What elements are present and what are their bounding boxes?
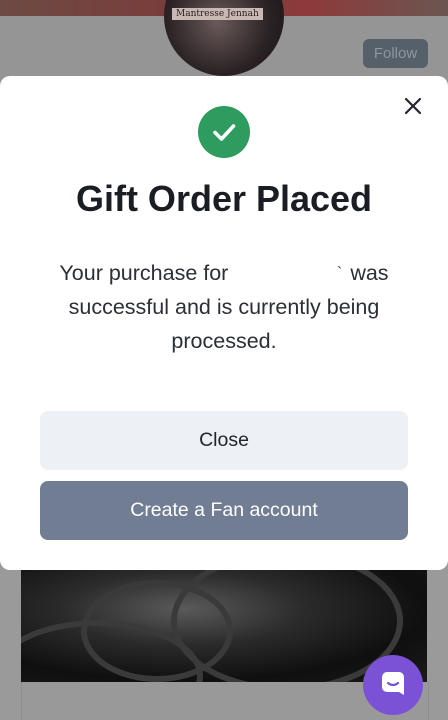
modal-message: Your purchase for was successful and is …: [40, 256, 408, 358]
check-circle-icon: [198, 106, 250, 158]
close-icon[interactable]: [398, 91, 428, 121]
modal-title: Gift Order Placed: [75, 178, 373, 219]
create-fan-account-button[interactable]: Create a Fan account: [40, 481, 408, 540]
message-prefix: Your purchase for: [59, 261, 229, 285]
post-image[interactable]: [21, 560, 427, 682]
redacted-name: [234, 257, 344, 291]
avatar-caption: Mantresse Jennah: [172, 8, 263, 20]
close-button[interactable]: Close: [40, 411, 408, 470]
chat-bubble-icon: [379, 669, 407, 702]
follow-button[interactable]: Follow: [363, 39, 428, 68]
chat-launcher-button[interactable]: [363, 655, 423, 715]
